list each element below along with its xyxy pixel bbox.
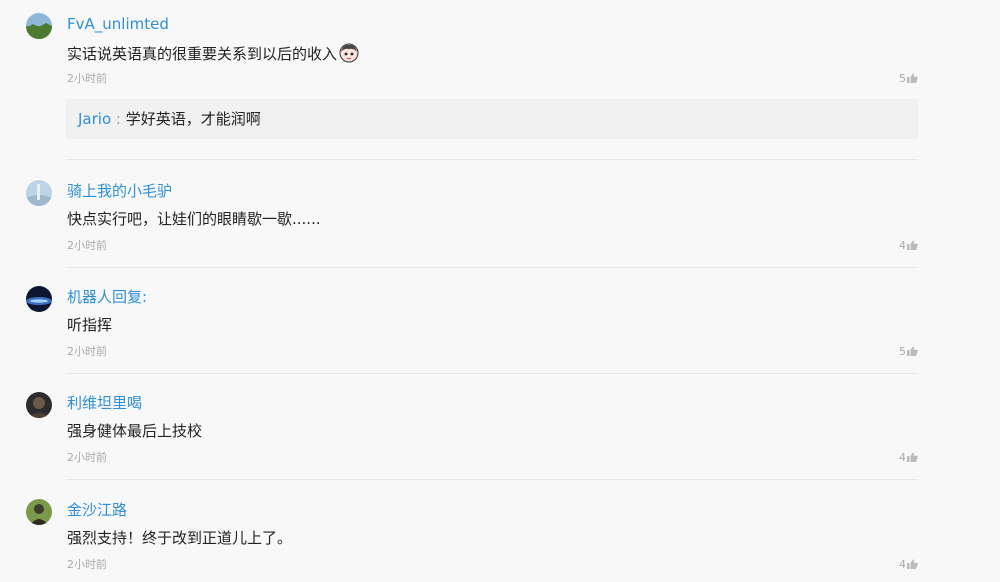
comment-text: 听指挥 bbox=[67, 316, 113, 334]
divider bbox=[66, 479, 918, 480]
comment-username[interactable]: 金沙江路 bbox=[67, 501, 127, 519]
thumbs-up-icon bbox=[907, 73, 918, 87]
like-button[interactable]: 5 bbox=[888, 345, 918, 359]
dark-portrait-avatar-icon[interactable] bbox=[26, 392, 52, 418]
comment-username[interactable]: 利维坦里喝 bbox=[67, 394, 142, 412]
comment-item: 利维坦里喝 强身健体最后上技校 2小时前 4 bbox=[0, 392, 1000, 472]
comment-list: FvA_unlimted 实话说英语真的很重要关系到以后的收入 2小时前 5 J… bbox=[0, 0, 1000, 582]
comment-item: FvA_unlimted 实话说英语真的很重要关系到以后的收入 2小时前 5 J… bbox=[0, 13, 1000, 143]
cartoon-face-emoji-icon bbox=[339, 43, 359, 67]
comment-username[interactable]: 骑上我的小毛驴 bbox=[67, 182, 172, 200]
like-button[interactable]: 4 bbox=[888, 239, 918, 253]
comment-username[interactable]: 机器人回复: bbox=[67, 288, 147, 306]
reply-text: 学好英语，才能润啊 bbox=[125, 110, 261, 128]
comment-content: 实话说英语真的很重要关系到以后的收入 bbox=[67, 43, 359, 67]
like-count: 5 bbox=[899, 72, 906, 85]
comment-content: 听指挥 bbox=[67, 316, 112, 334]
divider bbox=[66, 159, 918, 160]
comment-time: 2小时前 bbox=[67, 558, 107, 571]
like-count: 5 bbox=[899, 345, 906, 358]
like-button[interactable]: 4 bbox=[888, 558, 918, 572]
comment-time: 2小时前 bbox=[67, 72, 107, 85]
comment-text: 强身健体最后上技校 bbox=[67, 422, 203, 440]
thumbs-up-icon bbox=[907, 452, 918, 466]
comment-username[interactable]: FvA_unlimted bbox=[67, 15, 169, 33]
reply-username[interactable]: Jario bbox=[78, 110, 111, 128]
comment-time: 2小时前 bbox=[67, 345, 107, 358]
reply-separator: : bbox=[115, 110, 121, 128]
comment-time: 2小时前 bbox=[67, 451, 107, 464]
thumbs-up-icon bbox=[907, 346, 918, 360]
divider bbox=[66, 267, 918, 268]
comment-item: 机器人回复: 听指挥 2小时前 5 bbox=[0, 286, 1000, 366]
like-button[interactable]: 5 bbox=[888, 72, 918, 86]
thumbs-up-icon bbox=[907, 559, 918, 573]
like-count: 4 bbox=[899, 558, 906, 571]
like-button[interactable]: 4 bbox=[888, 451, 918, 465]
comment-content: 快点实行吧，让娃们的眼睛歇一歇...... bbox=[67, 210, 321, 228]
comment-text: 实话说英语真的很重要关系到以后的收入 bbox=[67, 45, 338, 63]
comment-item: 骑上我的小毛驴 快点实行吧，让娃们的眼睛歇一歇...... 2小时前 4 bbox=[0, 180, 1000, 260]
landscape-avatar-icon[interactable] bbox=[26, 13, 52, 39]
blue-sky-avatar-icon[interactable] bbox=[26, 180, 52, 206]
comment-text: 快点实行吧，让娃们的眼睛歇一歇...... bbox=[67, 210, 321, 228]
comment-text: 强烈支持！终于改到正道儿上了。 bbox=[67, 529, 293, 547]
thumbs-up-icon bbox=[907, 240, 918, 254]
like-count: 4 bbox=[899, 239, 906, 252]
reply-line: Jario : 学好英语，才能润啊 bbox=[78, 110, 261, 128]
comment-time: 2小时前 bbox=[67, 239, 107, 252]
like-count: 4 bbox=[899, 451, 906, 464]
green-portrait-avatar-icon[interactable] bbox=[26, 499, 52, 525]
reply-box: Jario : 学好英语，才能润啊 bbox=[66, 99, 918, 139]
divider bbox=[66, 373, 918, 374]
comment-item: 金沙江路 强烈支持！终于改到正道儿上了。 2小时前 4 bbox=[0, 499, 1000, 579]
comment-content: 强烈支持！终于改到正道儿上了。 bbox=[67, 529, 292, 547]
comment-content: 强身健体最后上技校 bbox=[67, 422, 202, 440]
night-sky-avatar-icon[interactable] bbox=[26, 286, 52, 312]
